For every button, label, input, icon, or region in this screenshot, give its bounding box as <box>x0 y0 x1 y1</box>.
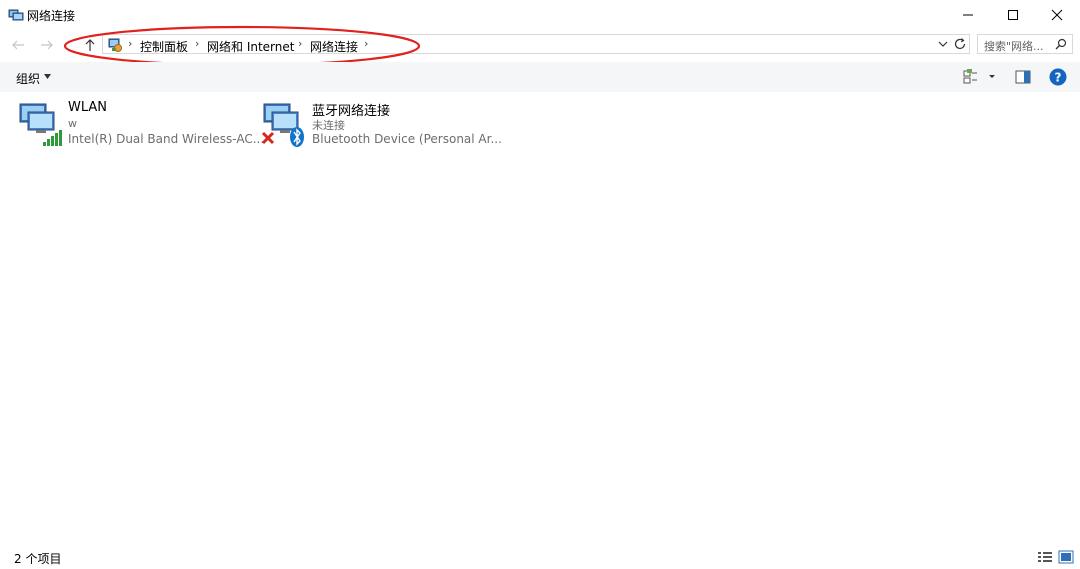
item-device: Intel(R) Dual Band Wireless-AC... <box>68 132 265 146</box>
change-view-icon[interactable] <box>962 68 998 86</box>
breadcrumb-separator: › <box>364 37 369 50</box>
arrow-right-icon <box>41 40 53 50</box>
close-button[interactable] <box>1034 0 1080 30</box>
network-connections-icon <box>8 9 24 21</box>
dropdown-arrow-icon[interactable] <box>44 74 51 79</box>
refresh-icon[interactable] <box>953 37 967 51</box>
list-item-wlan[interactable]: WLAN w Intel(R) Dual Band Wireless-AC... <box>16 98 264 152</box>
file-list: WLAN w Intel(R) Dual Band Wireless-AC...… <box>0 92 1080 540</box>
search-placeholder: 搜索"网络... <box>984 40 1044 53</box>
status-bar: 2 个项目 <box>0 540 1080 569</box>
navigation-bar: › 控制面板 › 网络和 Internet › 网络连接 › 搜索"网络... <box>0 30 1080 60</box>
breadcrumb-separator: › <box>128 37 133 50</box>
back-button[interactable] <box>7 34 29 56</box>
maximize-button[interactable] <box>990 0 1036 30</box>
breadcrumb-control-panel[interactable]: 控制面板 <box>140 38 188 55</box>
breadcrumb-network-connections[interactable]: 网络连接 <box>310 38 358 55</box>
svg-text:?: ? <box>1055 71 1062 85</box>
organize-menu[interactable]: 组织 <box>16 70 40 87</box>
minimize-icon <box>963 14 973 16</box>
maximize-icon <box>1008 10 1018 20</box>
item-count: 2 个项目 <box>14 552 62 566</box>
help-icon[interactable]: ? <box>1049 68 1067 86</box>
window-title: 网络连接 <box>27 9 76 23</box>
large-icons-view-icon[interactable] <box>1058 550 1074 564</box>
item-name: WLAN <box>68 100 108 115</box>
control-panel-icon <box>108 38 122 52</box>
forward-button[interactable] <box>36 34 58 56</box>
close-icon <box>1051 9 1063 21</box>
arrow-left-icon <box>12 40 24 50</box>
chevron-down-icon[interactable] <box>936 37 950 51</box>
breadcrumb-separator: › <box>298 37 303 50</box>
title-bar: 网络连接 <box>0 0 1080 30</box>
breadcrumb-network-internet[interactable]: 网络和 Internet <box>207 38 294 55</box>
search-icon <box>1055 38 1067 50</box>
address-bar[interactable]: › 控制面板 › 网络和 Internet › 网络连接 › <box>102 34 970 54</box>
breadcrumb-separator: › <box>195 37 200 50</box>
wifi-adapter-icon <box>19 103 62 146</box>
up-button[interactable] <box>79 34 101 56</box>
preview-pane-icon[interactable] <box>1014 68 1032 86</box>
item-status: w <box>68 117 77 130</box>
minimize-button[interactable] <box>945 0 991 30</box>
search-box[interactable]: 搜索"网络... <box>977 34 1073 54</box>
details-view-icon[interactable] <box>1037 550 1053 564</box>
bluetooth-adapter-icon <box>261 103 304 147</box>
list-item-bluetooth[interactable]: 蓝牙网络连接 未连接 Bluetooth Device (Personal Ar… <box>260 98 502 152</box>
item-device: Bluetooth Device (Personal Ar... <box>312 132 502 146</box>
arrow-up-icon <box>85 39 95 51</box>
item-status: 未连接 <box>312 119 345 132</box>
command-toolbar: 组织 ? <box>0 62 1080 92</box>
